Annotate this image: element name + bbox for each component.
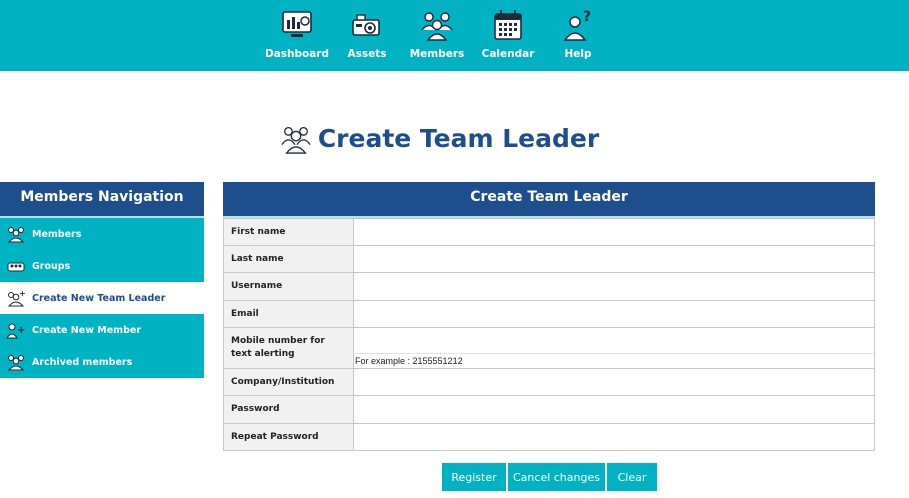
form-table: First name Last name Username Email Mobi…: [223, 218, 875, 451]
repeat-password-input[interactable]: [354, 424, 874, 450]
company-input[interactable]: [354, 369, 874, 395]
nav-help-label: Help: [564, 48, 592, 60]
email-label: Email: [223, 300, 354, 328]
sidebar-title: Members Navigation: [0, 182, 204, 218]
members-icon: [7, 227, 25, 243]
top-navigation: Dashboard Assets Members Calendar ? Help: [0, 0, 909, 71]
sidebar-item-label: Create New Team Leader: [32, 292, 166, 304]
sidebar-item-label: Groups: [32, 260, 71, 272]
form-row-repeat-password: Repeat Password: [223, 423, 875, 451]
dashboard-icon: [282, 11, 312, 37]
username-label: Username: [223, 272, 354, 301]
page-title-area: Create Team Leader: [0, 122, 909, 159]
company-label: Company/Institution: [223, 368, 354, 396]
members-icon: [421, 12, 453, 41]
cancel-changes-button[interactable]: Cancel changes: [508, 463, 605, 491]
form-title: Create Team Leader: [223, 182, 875, 218]
nav-members[interactable]: Members: [402, 8, 472, 60]
username-input[interactable]: [354, 273, 874, 300]
sidebar-item-archived-members[interactable]: Archived members: [0, 346, 204, 378]
clear-button[interactable]: Clear: [607, 463, 657, 491]
last-name-label: Last name: [223, 245, 354, 273]
form-row-password: Password: [223, 395, 875, 424]
create-team-leader-form: Create Team Leader First name Last name …: [223, 182, 875, 451]
form-row-last-name: Last name: [223, 245, 875, 273]
password-input[interactable]: [354, 396, 874, 423]
nav-calendar[interactable]: Calendar: [473, 8, 543, 60]
svg-text:+: +: [19, 289, 26, 298]
sidebar-item-groups[interactable]: Groups: [0, 250, 204, 282]
nav-help[interactable]: ? Help: [543, 8, 613, 60]
nav-dashboard-label: Dashboard: [264, 48, 330, 60]
nav-calendar-label: Calendar: [481, 48, 535, 60]
sidebar-item-create-team-leader[interactable]: + Create New Team Leader: [0, 282, 204, 314]
form-row-company: Company/Institution: [223, 368, 875, 396]
svg-text:+: +: [17, 325, 25, 336]
password-label: Password: [223, 395, 354, 424]
page-title: Create Team Leader: [317, 123, 600, 153]
mobile-label: Mobile number for text alerting: [223, 327, 354, 369]
nav-assets-label: Assets: [347, 48, 387, 60]
sidebar-item-label: Create New Member: [32, 324, 142, 336]
svg-text:?: ?: [583, 9, 591, 25]
add-member-icon: +: [6, 323, 25, 339]
mobile-input[interactable]: [354, 329, 874, 354]
groups-icon: [7, 262, 25, 272]
form-row-mobile: Mobile number for text alerting For exam…: [223, 327, 875, 369]
archived-members-icon: [7, 355, 25, 371]
calendar-icon: [494, 10, 522, 40]
nav-dashboard[interactable]: Dashboard: [262, 8, 332, 60]
sidebar-item-create-member[interactable]: + Create New Member: [0, 314, 204, 346]
sidebar-item-members[interactable]: Members: [0, 218, 204, 250]
nav-members-label: Members: [409, 48, 465, 60]
form-row-email: Email: [223, 300, 875, 328]
form-row-username: Username: [223, 272, 875, 301]
form-row-first-name: First name: [223, 218, 875, 246]
sidebar-item-label: Archived members: [32, 356, 133, 368]
email-input[interactable]: [354, 301, 874, 327]
team-leader-icon: [281, 126, 311, 154]
first-name-input[interactable]: [354, 219, 874, 245]
first-name-label: First name: [223, 218, 354, 246]
last-name-input[interactable]: [354, 246, 874, 272]
nav-assets[interactable]: Assets: [332, 8, 402, 60]
register-button[interactable]: Register: [442, 463, 506, 491]
repeat-password-label: Repeat Password: [223, 423, 354, 451]
sidebar-item-label: Members: [32, 228, 82, 240]
help-icon: ?: [563, 9, 591, 41]
create-team-leader-icon: +: [7, 289, 26, 307]
members-sidebar: Members Navigation Members Groups + Crea…: [0, 182, 204, 378]
mobile-hint: For example : 2155551212: [355, 356, 463, 366]
assets-icon: [352, 14, 380, 36]
